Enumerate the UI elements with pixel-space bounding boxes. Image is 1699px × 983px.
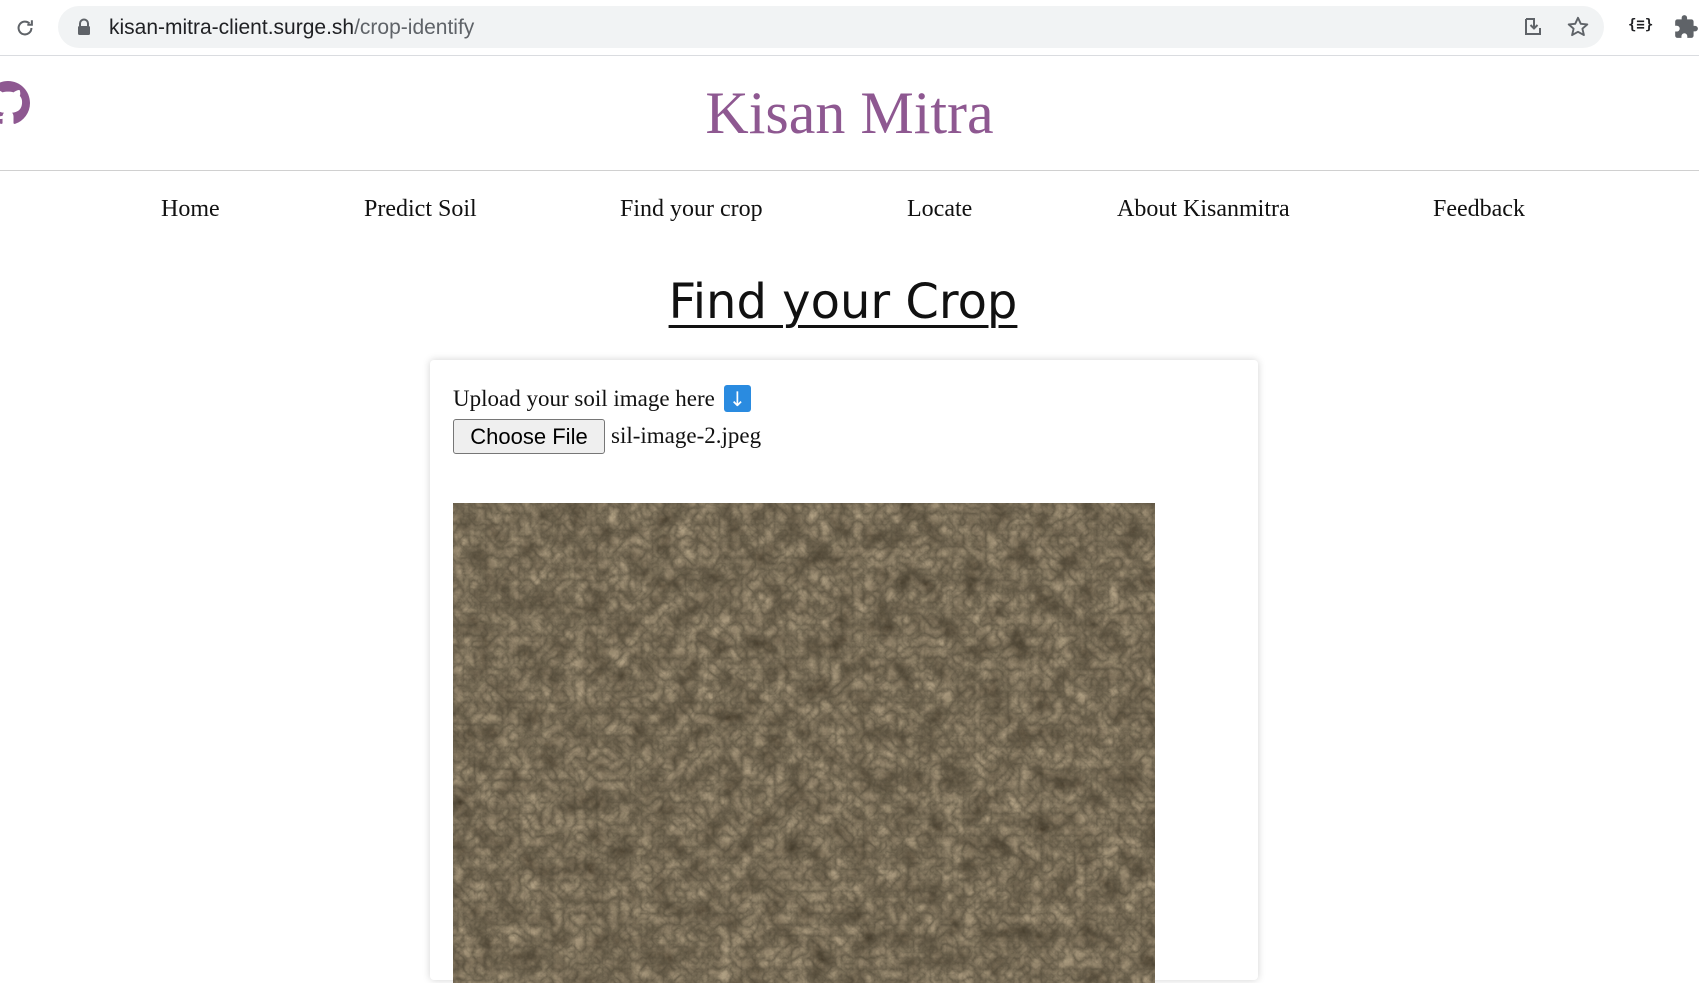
down-arrow-icon: ↓ — [723, 385, 751, 412]
site-brand[interactable]: Kisan Mitra — [0, 79, 1699, 148]
upload-label: Upload your soil image here ↓ — [453, 385, 751, 412]
site-header: Kisan Mitra — [0, 56, 1699, 171]
json-extension-icon[interactable]: {≡} — [1628, 17, 1653, 33]
nav-predict-soil[interactable]: Predict Soil — [364, 196, 477, 223]
address-bar[interactable]: kisan-mitra-client.surge.sh/crop-identif… — [58, 6, 1604, 48]
nav-locate[interactable]: Locate — [907, 196, 972, 223]
bookmark-star-icon[interactable] — [1566, 15, 1590, 39]
install-icon[interactable] — [1521, 15, 1545, 39]
nav-about[interactable]: About Kisanmitra — [1117, 196, 1290, 223]
upload-label-text: Upload your soil image here — [453, 385, 715, 411]
nav-feedback[interactable]: Feedback — [1433, 196, 1525, 223]
lock-icon — [76, 18, 92, 36]
reload-icon[interactable] — [12, 15, 38, 41]
browser-toolbar: kisan-mitra-client.surge.sh/crop-identif… — [0, 0, 1699, 56]
upload-card: Upload your soil image here ↓ Choose Fil… — [430, 360, 1258, 983]
nav-home[interactable]: Home — [161, 196, 220, 223]
choose-file-button[interactable]: Choose File — [453, 419, 605, 454]
main-nav: Home Predict Soil Find your crop Locate … — [0, 196, 1699, 230]
soil-image-preview — [453, 503, 1155, 983]
page-title: Find your Crop — [668, 274, 1018, 330]
nav-find-your-crop[interactable]: Find your crop — [620, 196, 763, 223]
url-host: kisan-mitra-client.surge.sh — [109, 16, 355, 39]
url-path: /crop-identify — [354, 16, 475, 39]
url-text: kisan-mitra-client.surge.sh/crop-identif… — [109, 16, 474, 40]
selected-file-name: sil-image-2.jpeg — [611, 423, 762, 448]
extensions-puzzle-icon[interactable] — [1673, 14, 1699, 44]
